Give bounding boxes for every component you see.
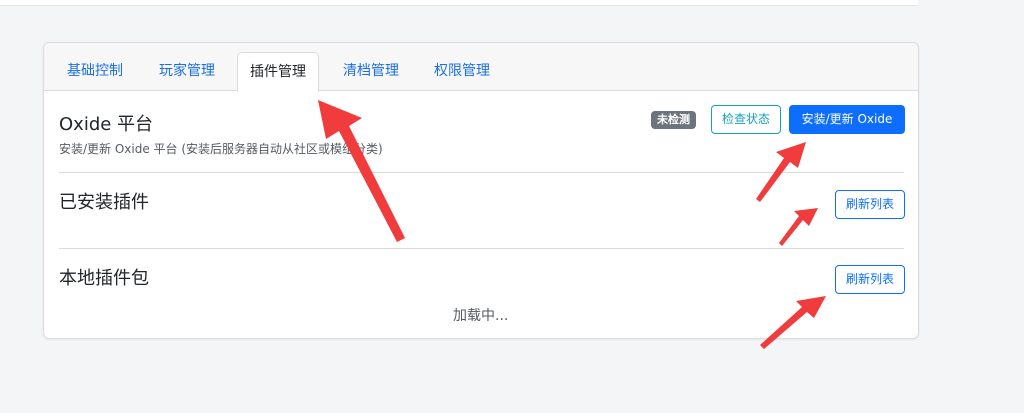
top-panel-edge — [0, 0, 918, 6]
refresh-local-button[interactable]: 刷新列表 — [835, 265, 905, 294]
section-divider — [59, 172, 904, 173]
oxide-section-title: Oxide 平台 — [59, 114, 154, 135]
loading-text: 加载中... — [453, 308, 509, 324]
tab-permission-management[interactable]: 权限管理 — [422, 52, 502, 91]
section-divider — [59, 248, 904, 249]
oxide-section-description: 安装/更新 Oxide 平台 (安装后服务器自动从社区或模组分类) — [59, 142, 383, 156]
plugin-management-card: 基础控制 玩家管理 插件管理 清档管理 权限管理 Oxide 平台 安装/更新 … — [43, 42, 919, 339]
installed-plugins-title: 已安装插件 — [59, 192, 149, 213]
install-oxide-button[interactable]: 安装/更新 Oxide — [789, 105, 905, 134]
tab-basic-control[interactable]: 基础控制 — [55, 52, 135, 91]
tab-plugin-management[interactable]: 插件管理 — [237, 52, 319, 92]
tab-bar: 基础控制 玩家管理 插件管理 清档管理 权限管理 — [44, 43, 918, 92]
tab-player-management[interactable]: 玩家管理 — [147, 52, 227, 91]
refresh-installed-button[interactable]: 刷新列表 — [835, 190, 905, 219]
check-status-button[interactable]: 检查状态 — [711, 105, 781, 134]
local-plugins-title: 本地插件包 — [59, 268, 149, 289]
oxide-status-badge: 未检测 — [651, 111, 696, 129]
tab-wipe-management[interactable]: 清档管理 — [331, 52, 411, 91]
